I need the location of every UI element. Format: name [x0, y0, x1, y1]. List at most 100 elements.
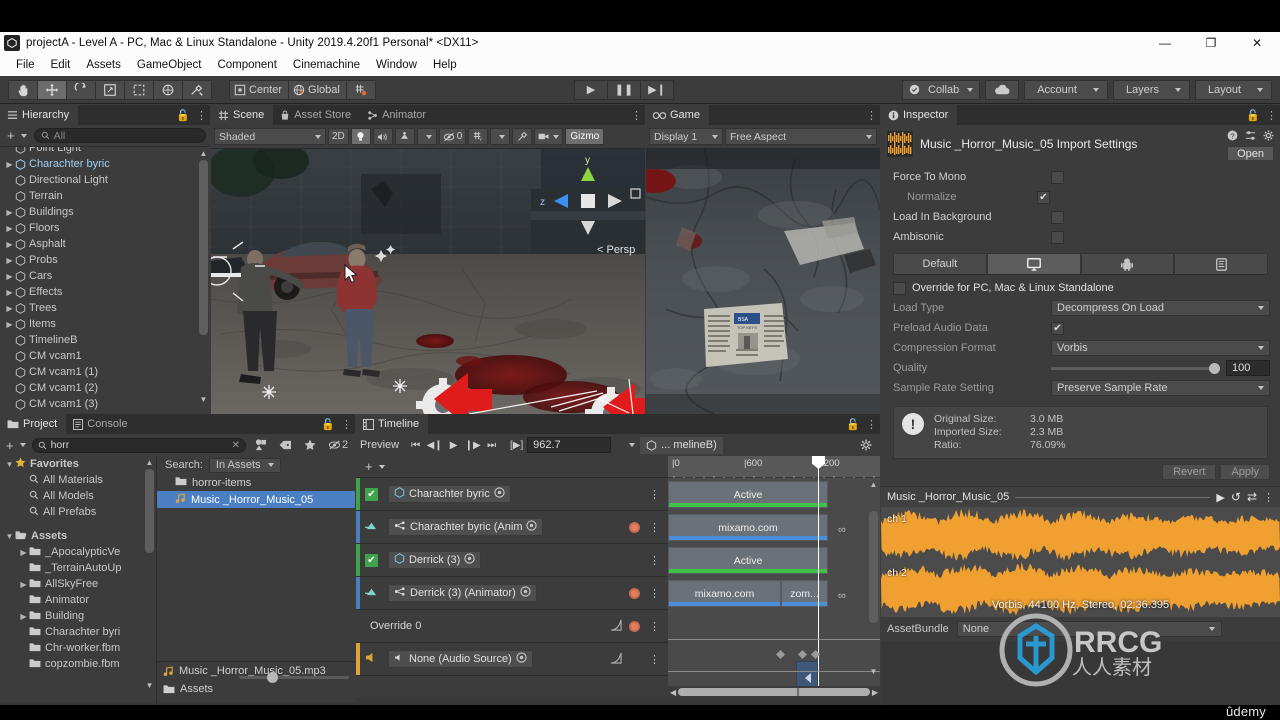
track-binding-chip[interactable]: None (Audio Source)	[388, 650, 533, 668]
expand-arrow[interactable]: ▶	[4, 320, 15, 329]
platform-tab-android[interactable]	[1080, 253, 1175, 274]
menu-edit[interactable]: Edit	[43, 54, 79, 76]
project-tree-item[interactable]: ▼ Assets	[0, 528, 156, 544]
open-asset-button[interactable]: Open	[1227, 146, 1274, 161]
inspector-checkbox-row[interactable]: Load In Background	[881, 207, 1280, 227]
menu-assets[interactable]: Assets	[78, 54, 129, 76]
collab-button[interactable]: Collab	[902, 79, 981, 100]
panel-menu-icon[interactable]: ⋮	[631, 109, 642, 122]
hierarchy-item[interactable]: CM vcam1 (3)	[0, 396, 210, 412]
grid-snap-icon[interactable]	[345, 79, 376, 100]
timeline-preview-button[interactable]: Preview	[360, 439, 399, 451]
tab-animator[interactable]: Animator	[360, 105, 436, 125]
account-button[interactable]: Account	[1024, 79, 1108, 100]
expand-arrow[interactable]: ▼	[4, 460, 15, 469]
expand-arrow[interactable]: ▶	[18, 580, 29, 589]
tab-project[interactable]: Project	[0, 414, 67, 434]
scroll-left-arrow[interactable]: ◀	[670, 688, 676, 697]
scene-fx-dropdown[interactable]	[416, 128, 437, 145]
scale-tool-icon[interactable]	[95, 79, 125, 100]
game-viewport[interactable]: BSA TOP KEYS	[646, 149, 880, 414]
checkbox-control[interactable]: ✔	[1037, 190, 1050, 204]
custom-tool-icon[interactable]	[182, 79, 212, 100]
override-row[interactable]: Override for PC, Mac & Linux Standalone	[881, 278, 1280, 298]
favorites-star-icon[interactable]	[299, 437, 321, 454]
menu-window[interactable]: Window	[368, 54, 425, 76]
search-scope-dropdown[interactable]: In Assets	[208, 457, 281, 473]
filter-by-type-icon[interactable]	[249, 437, 271, 454]
audio-preview-menu-icon[interactable]: ⋮	[1263, 491, 1274, 504]
hierarchy-item[interactable]: CM vcam1	[0, 348, 210, 364]
scene-lighting-toggle[interactable]	[350, 128, 371, 145]
timeline-goto-end-button[interactable]: ⏭	[483, 437, 500, 454]
hierarchy-item[interactable]: ▶ Items	[0, 316, 210, 332]
scene-audio-toggle[interactable]	[372, 128, 393, 145]
timeline-settings-gear-icon[interactable]	[857, 437, 874, 454]
setting-slider-wrap[interactable]: 100	[1051, 360, 1270, 376]
hierarchy-item[interactable]: ▶ Effects	[0, 284, 210, 300]
project-tree-item[interactable]: copzombie.fbm	[0, 656, 156, 672]
menu-gameobject[interactable]: GameObject	[129, 54, 210, 76]
menu-cinemachine[interactable]: Cinemachine	[285, 54, 368, 76]
activation-check-icon[interactable]: ✔	[365, 553, 378, 567]
lock-icon[interactable]: 🔓	[846, 418, 860, 431]
track-binding-chip[interactable]: Derrick (3) (Animator)	[388, 584, 537, 602]
record-button[interactable]	[629, 521, 640, 533]
preset-icon[interactable]	[1245, 130, 1256, 144]
timeline-clip[interactable]: zom...	[781, 580, 828, 607]
project-tree-item[interactable]: All Materials	[0, 472, 156, 488]
timeline-playhead[interactable]	[812, 456, 825, 478]
timeline-prev-frame-button[interactable]: ◀❙	[426, 437, 443, 454]
timeline-track-headers[interactable]: ✔ Charachter byric ⋮ Charachter byric (Anim…	[356, 478, 668, 698]
scene-tools-icon[interactable]	[512, 128, 533, 145]
scroll-up-arrow[interactable]: ▲	[869, 480, 878, 489]
gear-icon[interactable]	[1263, 130, 1274, 144]
project-tree-item[interactable]: ▶ AllSkyFree	[0, 576, 156, 592]
scroll-up-arrow[interactable]: ▲	[199, 149, 208, 158]
timeline-keyframe[interactable]	[798, 650, 807, 662]
track-menu-icon[interactable]: ⋮	[649, 587, 660, 600]
platform-tab-webgl[interactable]	[1174, 253, 1268, 274]
project-result-item[interactable]: Music _Horror_Music_05	[157, 491, 355, 508]
timeline-track-row[interactable]: Derrick (3) (Animator) ⋮	[356, 577, 668, 610]
project-tree-item[interactable]: ▶ Building	[0, 608, 156, 624]
audio-play-icon[interactable]: ▶	[1216, 491, 1224, 504]
close-button[interactable]: ✕	[1234, 32, 1280, 54]
expand-arrow[interactable]: ▶	[4, 272, 15, 281]
menu-component[interactable]: Component	[209, 54, 284, 76]
layers-button[interactable]: Layers	[1112, 79, 1190, 100]
curve-icon[interactable]	[610, 652, 622, 667]
hierarchy-item[interactable]: ▶ Trees	[0, 300, 210, 316]
timeline-keyframe[interactable]	[776, 650, 785, 662]
record-button[interactable]	[629, 620, 640, 632]
object-picker-icon[interactable]	[494, 487, 505, 501]
checkbox-control[interactable]	[1051, 210, 1064, 224]
expand-arrow[interactable]: ▶	[4, 304, 15, 313]
project-tree-item[interactable]: Charachter byri	[0, 624, 156, 640]
track-binding-chip[interactable]: Derrick (3)	[388, 551, 482, 569]
layout-button[interactable]: Layout	[1194, 79, 1272, 100]
checkbox-control[interactable]	[1051, 170, 1064, 184]
tab-inspector[interactable]: Inspector	[881, 105, 958, 125]
scroll-down-arrow[interactable]: ▼	[145, 681, 154, 690]
scene-hidden-objects[interactable]: 0	[438, 128, 467, 145]
hierarchy-item[interactable]: ▶ Probs	[0, 252, 210, 268]
project-tree-item[interactable]: All Prefabs	[0, 504, 156, 520]
panel-menu-icon[interactable]: ⋮	[866, 418, 877, 431]
timeline-clip[interactable]: mixamo.com	[668, 514, 828, 541]
scroll-down-arrow[interactable]: ▼	[869, 667, 878, 676]
object-picker-icon[interactable]	[464, 553, 475, 567]
hierarchy-create-button[interactable]: +	[4, 128, 30, 143]
hierarchy-item[interactable]: ▶ Cars	[0, 268, 210, 284]
play-button[interactable]: ▶	[574, 79, 608, 100]
hierarchy-item[interactable]: Directional Light	[0, 172, 210, 188]
scene-grid-icon[interactable]: Y	[468, 128, 489, 145]
timeline-ruler[interactable]: |0 |600 |1200	[668, 456, 880, 479]
rect-tool-icon[interactable]	[124, 79, 154, 100]
project-results[interactable]: Search: In Assets horror-items Music _Hor…	[157, 456, 355, 703]
timeline-clip[interactable]: mixamo.com	[668, 580, 781, 607]
project-tree-item[interactable]: ▶ _ApocalypticVe	[0, 544, 156, 560]
tab-asset-store[interactable]: Asset Store	[273, 105, 361, 125]
panel-menu-icon[interactable]: ⋮	[341, 418, 352, 431]
timeline-goto-start-button[interactable]: ⏮	[407, 437, 424, 454]
